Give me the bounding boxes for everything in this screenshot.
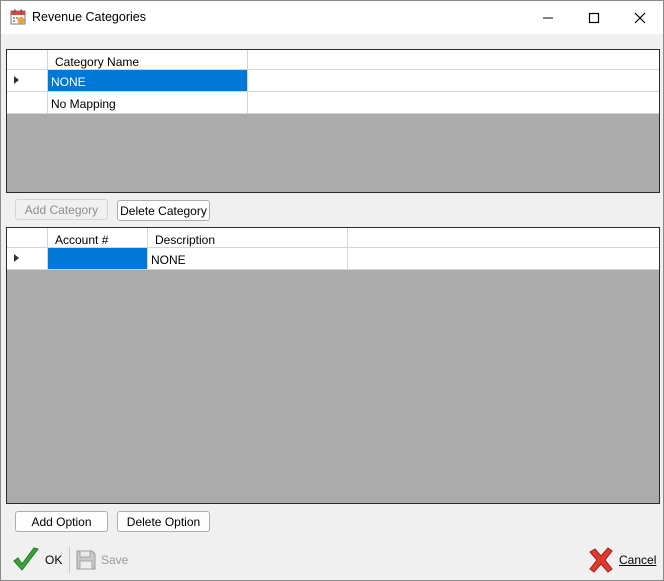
grid-corner-header	[7, 228, 48, 248]
checkmark-icon	[13, 546, 39, 571]
row-header-1[interactable]	[7, 248, 48, 270]
toolbar-separator	[69, 547, 70, 573]
red-x-icon	[589, 546, 613, 573]
row-filler-cell	[348, 248, 659, 270]
column-header-filler	[348, 228, 659, 248]
close-button[interactable]	[617, 1, 663, 34]
grid-corner-header	[7, 50, 48, 70]
title-bar[interactable]: Revenue Categories	[1, 1, 663, 34]
ok-button[interactable]: OK	[11, 539, 62, 580]
delete-option-button[interactable]: Delete Option	[117, 511, 210, 532]
cancel-label: Cancel	[619, 552, 657, 567]
maximize-button[interactable]	[571, 1, 617, 34]
revenue-categories-window: Revenue Categories Category Name NONE No…	[0, 0, 664, 581]
ok-label: OK	[45, 552, 63, 567]
account-cell[interactable]	[48, 248, 148, 270]
add-category-button[interactable]: Add Category	[15, 199, 108, 220]
current-row-arrow-icon	[14, 254, 19, 262]
calendar-app-icon	[10, 9, 26, 25]
row-filler-cell	[248, 70, 659, 92]
bottom-toolbar: OK Save Cancel	[1, 539, 663, 580]
add-option-button[interactable]: Add Option	[15, 511, 108, 532]
current-row-arrow-icon	[14, 76, 19, 84]
minimize-icon	[543, 17, 553, 18]
minimize-button[interactable]	[525, 1, 571, 34]
save-label: Save	[101, 552, 129, 567]
category-name-cell[interactable]: NONE	[48, 70, 248, 92]
column-header-filler	[248, 50, 659, 70]
row-header-2[interactable]	[7, 92, 48, 114]
options-grid[interactable]: Account # Description NONE	[6, 227, 660, 504]
description-cell[interactable]: NONE	[148, 248, 348, 270]
delete-category-button[interactable]: Delete Category	[117, 200, 210, 221]
maximize-icon	[588, 12, 600, 23]
row-header-1[interactable]	[7, 70, 48, 92]
save-button[interactable]: Save	[75, 539, 128, 580]
close-icon	[634, 12, 646, 23]
column-header-category-name[interactable]: Category Name	[48, 50, 248, 70]
floppy-disk-icon	[76, 550, 96, 569]
row-filler-cell	[248, 92, 659, 114]
categories-grid[interactable]: Category Name NONE No Mapping	[6, 49, 660, 193]
window-title: Revenue Categories	[32, 10, 146, 24]
cancel-button[interactable]: Cancel	[587, 539, 656, 580]
column-header-account[interactable]: Account #	[48, 228, 148, 248]
column-header-description[interactable]: Description	[148, 228, 348, 248]
category-name-cell[interactable]: No Mapping	[48, 92, 248, 114]
